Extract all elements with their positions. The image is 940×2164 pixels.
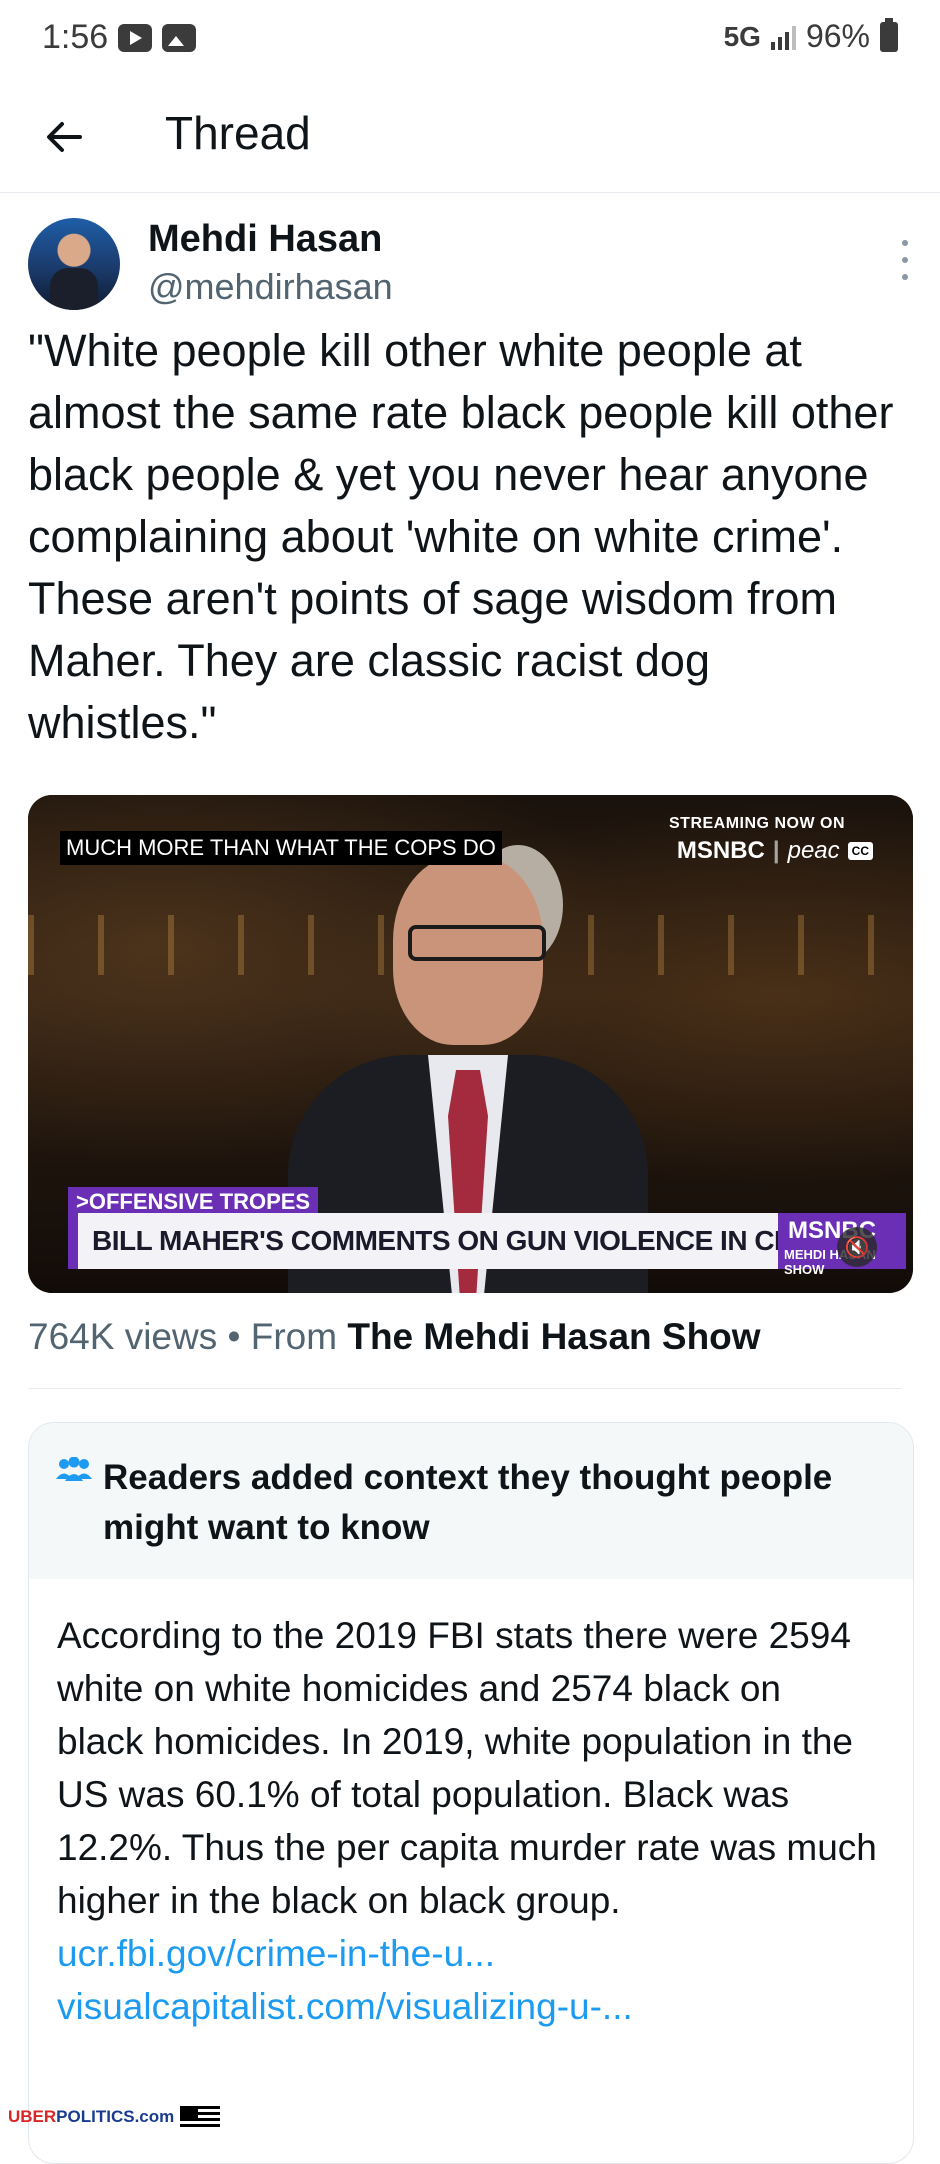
- tweet-text: "White people kill other white people at…: [28, 325, 894, 748]
- more-options-icon[interactable]: [902, 240, 910, 280]
- msnbc-logo: MSNBC: [676, 837, 765, 864]
- view-count: 764K views: [28, 1316, 218, 1357]
- community-note-body: According to the 2019 FBI stats there we…: [57, 1609, 877, 2033]
- watermark-part3: .com: [134, 2107, 175, 2126]
- meta-separator: • From: [217, 1316, 348, 1357]
- lower-third-headline: BILL MAHER'S COMMENTS ON GUN VIOLENCE IN…: [92, 1225, 884, 1256]
- page-title: Thread: [165, 107, 311, 159]
- source-link-visualcapitalist[interactable]: visualcapitalist.com/visualizing-u-...: [57, 1986, 633, 2027]
- youtube-notification-icon: [118, 24, 152, 52]
- avatar[interactable]: [28, 218, 120, 310]
- author-handle[interactable]: @mehdirhasan: [148, 266, 393, 308]
- divider: [28, 1388, 902, 1389]
- video-player[interactable]: MUCH MORE THAN WHAT THE COPS DO STREAMIN…: [28, 795, 913, 1293]
- network-logos: MSNBC | peac CC: [677, 837, 873, 865]
- battery-percent: 96%: [805, 18, 870, 54]
- lower-third: BILL MAHER'S COMMENTS ON GUN VIOLENCE IN…: [68, 1213, 906, 1277]
- author-name[interactable]: Mehdi Hasan: [148, 218, 382, 261]
- battery-icon: [880, 17, 898, 52]
- watermark-part2: POLITICS: [56, 2107, 135, 2126]
- network-type: 5G: [723, 20, 761, 52]
- watermark-part1: UBER: [8, 2107, 57, 2126]
- back-arrow-icon[interactable]: [40, 112, 90, 162]
- streaming-label: STREAMING NOW ON: [669, 815, 845, 832]
- flag-icon: [180, 2106, 221, 2128]
- status-time: 1:56: [42, 18, 109, 56]
- status-right: 5G 96%: [723, 17, 898, 55]
- gallery-notification-icon: [162, 24, 196, 52]
- source-link-fbi[interactable]: ucr.fbi.gov/crime-in-the-u...: [57, 1933, 495, 1974]
- community-note-title: Readers added context they thought peopl…: [103, 1458, 833, 1547]
- cc-badge: CC: [847, 842, 873, 860]
- tweet-meta: 764K views • From The Mehdi Hasan Show: [28, 1316, 761, 1358]
- source-link[interactable]: The Mehdi Hasan Show: [347, 1316, 760, 1357]
- community-note-text: According to the 2019 FBI stats there we…: [57, 1615, 877, 1921]
- signal-icon: [770, 24, 796, 50]
- community-note-header: Readers added context they thought peopl…: [29, 1423, 913, 1579]
- tweet-author: Mehdi Hasan @mehdirhasan: [28, 218, 918, 318]
- mute-icon[interactable]: 🔇: [837, 1227, 877, 1267]
- peacock-logo: peac: [787, 837, 840, 864]
- community-note[interactable]: Readers added context they thought peopl…: [28, 1422, 914, 2164]
- top-bar: Thread: [0, 80, 940, 193]
- site-watermark: UBERPOLITICS.com: [8, 2106, 221, 2128]
- people-icon: [55, 1456, 93, 1483]
- video-caption: MUCH MORE THAN WHAT THE COPS DO: [60, 831, 502, 865]
- status-bar: 1:56 5G 96%: [0, 0, 940, 80]
- notification-icons: [118, 24, 196, 52]
